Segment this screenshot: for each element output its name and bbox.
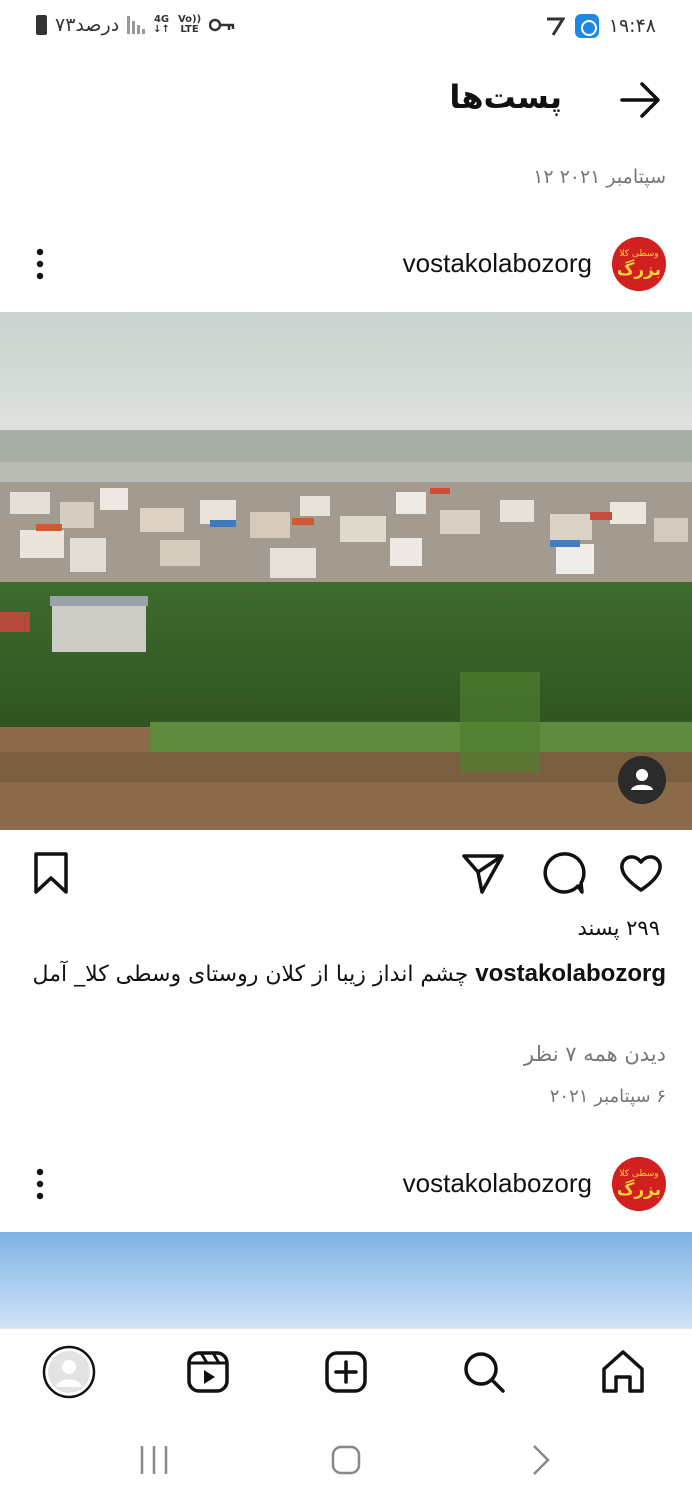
signal-icon [127,16,146,34]
bottom-navigation [0,1328,692,1414]
next-post-image[interactable] [0,1232,692,1328]
next-post-username[interactable]: vostakolabozorg [403,1168,592,1199]
post-date: ۶ سپتامبر ۲۰۲۱ [549,1086,666,1107]
likes-count[interactable]: ۲۹۹ پسند [578,916,660,940]
view-all-comments-link[interactable]: دیدن همه ۷ نظر [524,1042,666,1066]
recent-apps-icon[interactable] [134,1440,174,1480]
top-header: پست‌ها [0,56,692,146]
network-4g-icon: 4G ↓↑ [153,14,170,35]
arrow-right-icon[interactable] [618,80,664,120]
logo-text-top: وسطی کلا [619,249,658,259]
account-logo-avatar[interactable]: وسطی کلا بزرگ [612,237,666,291]
send-icon[interactable] [460,850,506,896]
post-username[interactable]: vostakolabozorg [403,248,592,279]
next-post-header: وسطی کلا بزرگ vostakolabozorg [0,1146,692,1226]
home-icon[interactable] [596,1345,650,1399]
status-bar: ۷۳درصد 4G ↓↑ Vo)) LTE ۱۹:۴۸ [0,0,692,56]
search-icon[interactable] [457,1345,511,1399]
status-left: ۷۳درصد 4G ↓↑ Vo)) LTE [36,14,235,36]
comment-icon[interactable] [540,850,586,896]
profile-avatar[interactable] [42,1345,96,1399]
home-button-icon[interactable] [326,1440,366,1480]
key-icon [209,18,235,32]
more-vertical-icon[interactable] [26,244,54,284]
bookmark-icon[interactable] [28,850,74,896]
prev-post-date: ۱۲ سپتامبر ۲۰۲۱ [533,166,666,188]
tagged-users-icon[interactable] [618,756,666,804]
back-button-icon[interactable] [520,1440,560,1480]
system-navigation-bar [0,1414,692,1500]
post-actions [0,840,692,906]
caption-text: چشم انداز زیبا از کلان روستای وسطی کلا_ … [32,962,469,987]
post-header: وسطی کلا بزرگ vostakolabozorg [0,226,692,306]
battery-icon [36,15,47,35]
next-account-logo-avatar[interactable]: وسطی کلا بزرگ [612,1157,666,1211]
battery-text: ۷۳درصد [55,14,120,36]
caption-username[interactable]: vostakolabozorg [475,960,666,987]
notification-check-icon [546,17,565,36]
next-more-vertical-icon[interactable] [26,1164,54,1204]
heart-icon[interactable] [618,850,664,896]
post-image[interactable] [0,312,692,830]
next-logo-text-main: بزرگ [617,1180,661,1200]
clock: ۱۹:۴۸ [608,15,656,37]
page-title: پست‌ها [449,78,562,116]
post-caption: vostakolabozorg چشم انداز زیبا از کلان ر… [26,958,666,991]
logo-text-main: بزرگ [617,260,661,280]
status-right: ۱۹:۴۸ [545,14,656,38]
logo-image: وسطی کلا بزرگ [612,237,666,291]
village-landscape-photo [0,312,692,830]
app-notification-icon [574,14,599,38]
next-logo-image: وسطی کلا بزرگ [612,1157,666,1211]
reels-icon[interactable] [181,1345,235,1399]
next-logo-text-top: وسطی کلا [619,1169,658,1179]
plus-square-icon[interactable] [319,1345,373,1399]
volte-icon: Vo)) LTE [177,14,202,35]
